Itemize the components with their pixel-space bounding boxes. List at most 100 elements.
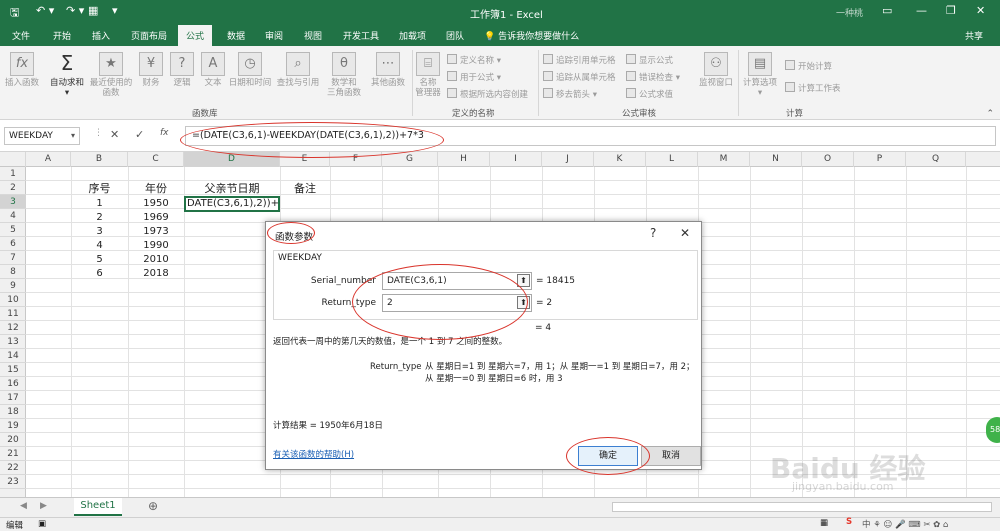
cell-seq[interactable]: 6: [71, 267, 128, 281]
row-header[interactable]: 14: [0, 349, 26, 363]
tab-formulas[interactable]: 公式: [178, 25, 213, 46]
row-header[interactable]: 6: [0, 237, 26, 251]
form-icon[interactable]: ▦: [88, 4, 98, 17]
cell-year[interactable]: 2010: [128, 253, 184, 267]
column-header[interactable]: L: [646, 152, 698, 167]
sogou-icon[interactable]: S: [846, 517, 852, 527]
cell-year[interactable]: 1990: [128, 239, 184, 253]
prev-sheet-icon[interactable]: ◀: [20, 501, 27, 511]
row-header[interactable]: 22: [0, 461, 26, 475]
autosum-button[interactable]: Σ 自动求和 ▾: [47, 52, 87, 98]
row-header[interactable]: 15: [0, 363, 26, 377]
column-header[interactable]: I: [490, 152, 542, 167]
row-header[interactable]: 23: [0, 475, 26, 489]
row-header[interactable]: 13: [0, 335, 26, 349]
cell-seq[interactable]: 5: [71, 253, 128, 267]
minimize-icon[interactable]: —: [916, 4, 927, 17]
name-manager-button[interactable]: ⌸ 名称 管理器: [413, 52, 443, 98]
tab-data[interactable]: 数据: [227, 29, 245, 42]
tab-developer[interactable]: 开发工具: [343, 29, 379, 42]
header-cell-date[interactable]: 父亲节日期: [184, 182, 280, 196]
fx-icon[interactable]: fx: [160, 128, 169, 138]
header-cell-note[interactable]: 备注: [280, 182, 330, 196]
datetime-button[interactable]: ◷ 日期和时间: [227, 52, 273, 88]
row-header[interactable]: 8: [0, 265, 26, 279]
row-header[interactable]: 7: [0, 251, 26, 265]
cell-seq[interactable]: 3: [71, 225, 128, 239]
watch-window-button[interactable]: ⚇ 监视窗口: [696, 52, 736, 88]
row-header[interactable]: 18: [0, 405, 26, 419]
cell-year[interactable]: 2018: [128, 267, 184, 281]
trace-precedents-button[interactable]: 追踪引用单元格: [543, 54, 616, 66]
cell-year[interactable]: 1973: [128, 225, 184, 239]
cancel-icon[interactable]: ✕: [110, 128, 119, 141]
calculate-now-button[interactable]: 开始计算: [785, 60, 832, 72]
column-header[interactable]: P: [854, 152, 906, 167]
logical-button[interactable]: ? 逻辑: [168, 52, 196, 88]
row-header[interactable]: 1: [0, 167, 26, 181]
user-name[interactable]: 一种桃: [836, 6, 863, 19]
cell-seq[interactable]: 1: [71, 197, 128, 211]
row-header-active[interactable]: 3: [0, 195, 26, 209]
row-header[interactable]: 17: [0, 391, 26, 405]
undo-icon[interactable]: ↶ ▾: [36, 4, 54, 17]
header-cell-seq[interactable]: 序号: [71, 182, 128, 196]
define-name-button[interactable]: 定义名称 ▾: [447, 54, 501, 66]
column-header[interactable]: C: [128, 152, 184, 167]
trace-dependents-button[interactable]: 追踪从属单元格: [543, 71, 616, 83]
macro-record-icon[interactable]: ▣: [38, 519, 46, 529]
column-header[interactable]: K: [594, 152, 646, 167]
row-header[interactable]: 21: [0, 447, 26, 461]
tab-review[interactable]: 审阅: [265, 29, 283, 42]
sheet-tab-sheet1[interactable]: Sheet1: [74, 498, 122, 516]
cell-year[interactable]: 1969: [128, 211, 184, 225]
tab-view[interactable]: 视图: [304, 29, 322, 42]
close-window-icon[interactable]: ✕: [976, 4, 985, 17]
row-header[interactable]: 12: [0, 321, 26, 335]
row-header[interactable]: 16: [0, 377, 26, 391]
remove-arrows-button[interactable]: 移去箭头 ▾: [543, 88, 597, 100]
column-header[interactable]: B: [71, 152, 128, 167]
column-header[interactable]: O: [802, 152, 854, 167]
more-functions-button[interactable]: ⋯ 其他函数: [367, 52, 409, 88]
cell-seq[interactable]: 2: [71, 211, 128, 225]
cancel-button[interactable]: 取消: [641, 446, 701, 466]
tab-file[interactable]: 文件: [12, 29, 30, 42]
evaluate-formula-button[interactable]: 公式求值: [626, 88, 673, 100]
column-header[interactable]: H: [438, 152, 490, 167]
collapse-ribbon-icon[interactable]: ⌃: [986, 109, 994, 119]
calculate-sheet-button[interactable]: 计算工作表: [785, 82, 841, 94]
help-link[interactable]: 有关该函数的帮助(H): [273, 449, 354, 461]
tell-me[interactable]: 💡 告诉我你想要做什么: [484, 29, 579, 42]
redo-icon[interactable]: ↷ ▾: [66, 4, 84, 17]
show-formulas-button[interactable]: 显示公式: [626, 54, 673, 66]
ribbon-display-icon[interactable]: ▭: [882, 4, 892, 17]
tab-page-layout[interactable]: 页面布局: [131, 29, 167, 42]
row-header[interactable]: 19: [0, 419, 26, 433]
row-header[interactable]: 4: [0, 209, 26, 223]
error-checking-button[interactable]: 错误检查 ▾: [626, 71, 680, 83]
insert-function-button[interactable]: fx 插入函数: [4, 52, 40, 88]
row-header[interactable]: 2: [0, 181, 26, 195]
share-button[interactable]: 共享: [965, 29, 983, 42]
row-header[interactable]: 5: [0, 223, 26, 237]
active-cell-d3[interactable]: DATE(C3,6,1),2))+7*3: [184, 196, 280, 212]
row-header[interactable]: 11: [0, 307, 26, 321]
tab-home[interactable]: 开始: [53, 29, 71, 42]
financial-button[interactable]: ¥ 财务: [137, 52, 165, 88]
cell-seq[interactable]: 4: [71, 239, 128, 253]
select-all-corner[interactable]: [0, 152, 26, 167]
tab-insert[interactable]: 插入: [92, 29, 110, 42]
name-box[interactable]: WEEKDAY ▾: [4, 127, 80, 145]
recent-functions-button[interactable]: ★ 最近使用的 函数: [88, 52, 134, 98]
column-header[interactable]: M: [698, 152, 750, 167]
horizontal-scrollbar[interactable]: [612, 502, 992, 512]
chevron-down-icon[interactable]: ▾: [71, 131, 75, 140]
header-cell-year[interactable]: 年份: [128, 182, 184, 196]
close-icon[interactable]: ✕: [680, 226, 690, 240]
add-sheet-icon[interactable]: ⊕: [148, 499, 158, 513]
row-header[interactable]: 20: [0, 433, 26, 447]
tray-icons[interactable]: 中 ⚘ ☺ 🎤 ⌨ ✂ ✿ ⌂: [862, 518, 948, 530]
text-button[interactable]: A 文本: [199, 52, 227, 88]
normal-view-icon[interactable]: ▦: [820, 518, 828, 528]
